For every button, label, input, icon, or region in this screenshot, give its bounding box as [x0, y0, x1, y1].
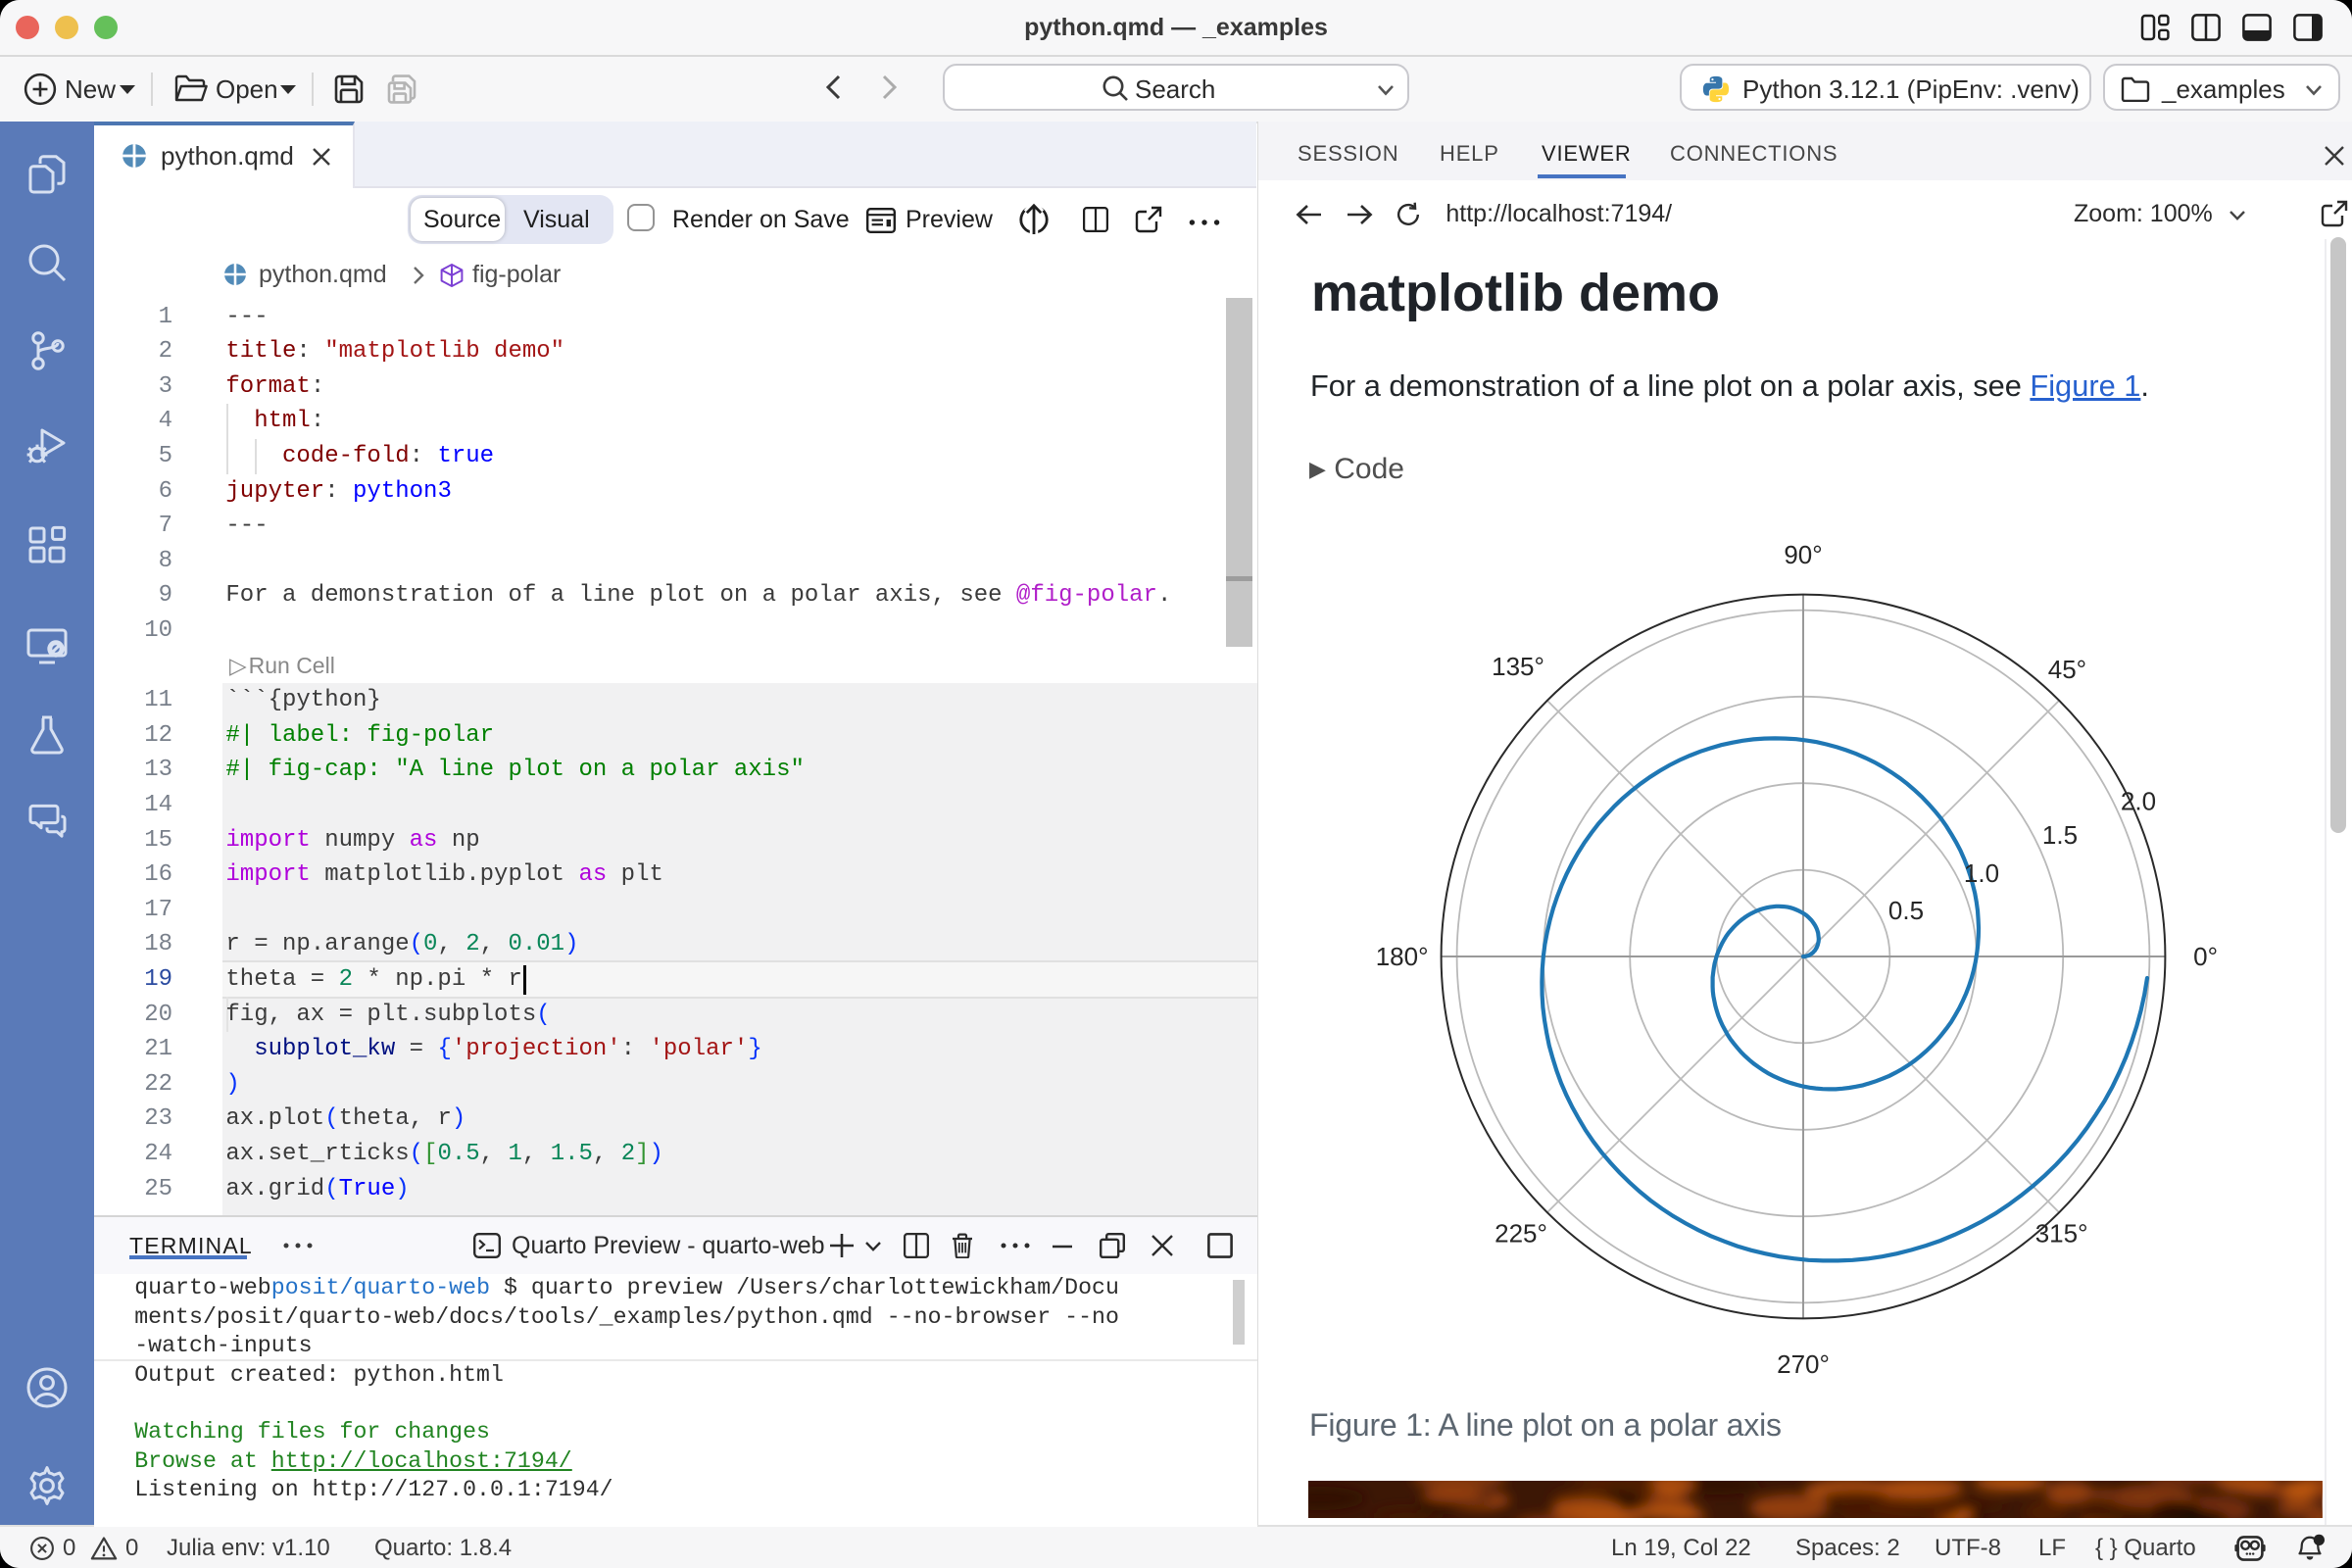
svg-text:1.0: 1.0 — [1964, 858, 1999, 888]
svg-text:2.0: 2.0 — [2121, 786, 2156, 815]
svg-text:45°: 45° — [2048, 655, 2086, 684]
svg-text:0.5: 0.5 — [1888, 896, 1924, 925]
svg-text:90°: 90° — [1784, 540, 1822, 569]
svg-text:315°: 315° — [2035, 1218, 2088, 1248]
svg-text:270°: 270° — [1777, 1349, 1830, 1379]
svg-text:135°: 135° — [1492, 652, 1544, 681]
svg-text:1.5: 1.5 — [2042, 820, 2078, 850]
svg-text:225°: 225° — [1494, 1218, 1547, 1248]
svg-text:0°: 0° — [2193, 942, 2218, 971]
svg-text:180°: 180° — [1376, 942, 1429, 971]
